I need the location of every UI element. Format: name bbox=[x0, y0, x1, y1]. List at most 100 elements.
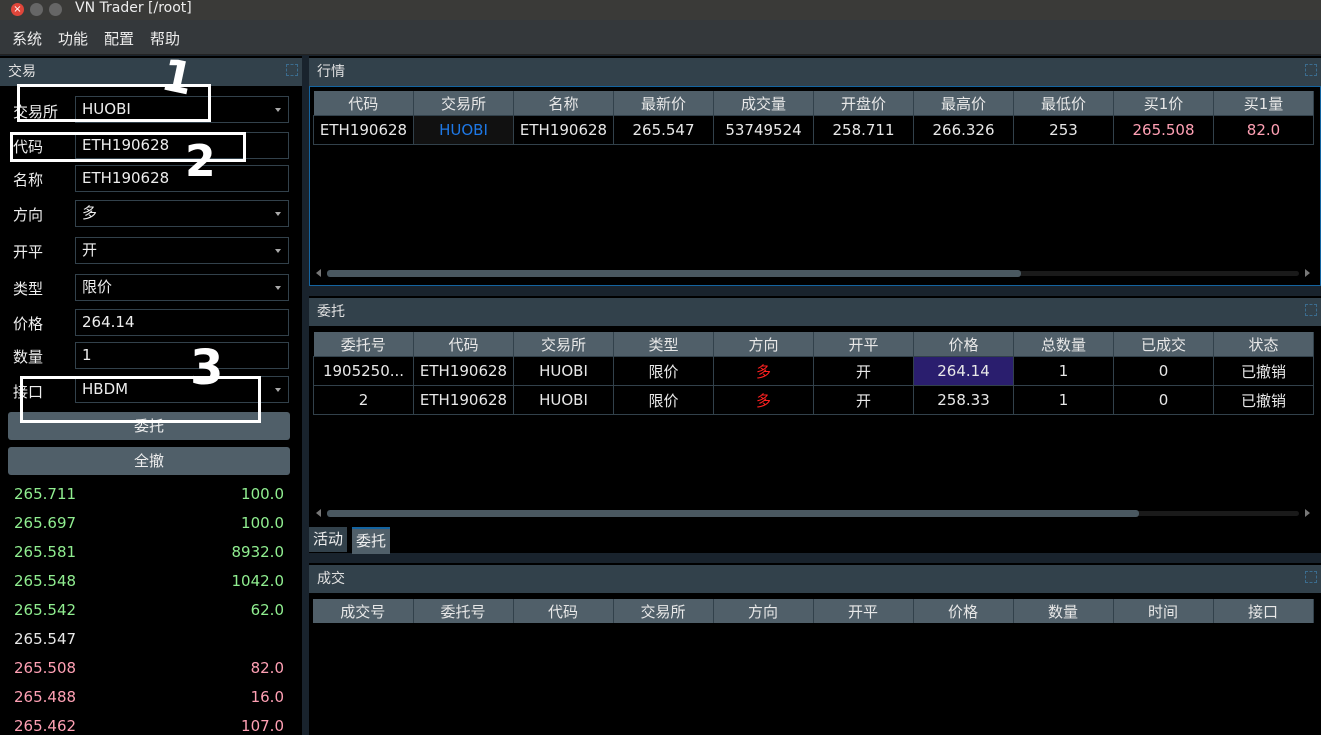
column-header[interactable]: 最低价 bbox=[1013, 91, 1114, 116]
column-header[interactable]: 成交量 bbox=[713, 91, 814, 116]
table-row[interactable]: 1905250... ETH190628 HUOBI 限价 多 开 264.14… bbox=[313, 356, 1314, 386]
table-cell[interactable]: 82.0 bbox=[1213, 115, 1314, 145]
column-header[interactable]: 状态 bbox=[1213, 332, 1314, 357]
table-cell[interactable]: 多 bbox=[713, 385, 814, 415]
scroll-thumb[interactable] bbox=[327, 270, 1021, 277]
table-cell[interactable]: ETH190628 bbox=[413, 385, 514, 415]
column-header[interactable]: 已成交 bbox=[1113, 332, 1214, 357]
cancel-all-button[interactable]: 全撤 bbox=[8, 447, 290, 475]
menu-help[interactable]: 帮助 bbox=[150, 28, 180, 49]
column-header[interactable]: 方向 bbox=[713, 332, 814, 357]
table-cell[interactable]: ETH190628 bbox=[313, 115, 414, 145]
column-header[interactable]: 代码 bbox=[413, 332, 514, 357]
volume-label: 数量 bbox=[13, 348, 44, 366]
scroll-left-icon[interactable] bbox=[316, 269, 321, 277]
table-cell[interactable]: 1 bbox=[1013, 356, 1114, 386]
table-cell[interactable]: 1 bbox=[1013, 385, 1114, 415]
scroll-thumb[interactable] bbox=[327, 510, 1139, 517]
table-cell[interactable]: 266.326 bbox=[913, 115, 1014, 145]
offset-select[interactable]: 开 bbox=[75, 237, 289, 264]
table-cell[interactable]: HUOBI bbox=[413, 115, 514, 145]
dock-float-icon[interactable] bbox=[286, 64, 298, 76]
table-cell[interactable]: 253 bbox=[1013, 115, 1114, 145]
trade-panel-header: 交易 bbox=[0, 58, 302, 86]
table-cell[interactable]: 0 bbox=[1113, 385, 1214, 415]
depth-volume: 100.0 bbox=[241, 485, 284, 503]
price-input[interactable]: 264.14 bbox=[75, 309, 289, 336]
table-cell[interactable]: 已撤销 bbox=[1213, 385, 1314, 415]
table-cell[interactable]: 53749524 bbox=[713, 115, 814, 145]
table-cell[interactable]: HUOBI bbox=[513, 356, 614, 386]
table-cell[interactable]: 多 bbox=[713, 356, 814, 386]
annotation-mark-3: 3 bbox=[190, 340, 224, 396]
table-cell[interactable]: 1905250... bbox=[313, 356, 414, 386]
table-cell[interactable]: 开 bbox=[813, 385, 914, 415]
column-header[interactable]: 最高价 bbox=[913, 91, 1014, 116]
order-table: 委托号 代码 交易所 类型 方向 开平 价格 总数量 已成交 状态 190525… bbox=[313, 332, 1314, 415]
column-header[interactable]: 类型 bbox=[613, 332, 714, 357]
dock-float-icon[interactable] bbox=[1305, 64, 1317, 76]
table-cell[interactable]: 258.33 bbox=[913, 385, 1014, 415]
column-header[interactable]: 交易所 bbox=[613, 599, 714, 623]
trade-records-panel-header: 成交 bbox=[309, 565, 1321, 593]
table-cell[interactable]: 265.547 bbox=[613, 115, 714, 145]
volume-input[interactable]: 1 bbox=[75, 342, 289, 369]
table-cell[interactable]: 已撤销 bbox=[1213, 356, 1314, 386]
column-header[interactable]: 交易所 bbox=[513, 332, 614, 357]
scroll-right-icon[interactable] bbox=[1305, 269, 1310, 277]
scroll-left-icon[interactable] bbox=[316, 509, 321, 517]
window-maximize-icon[interactable] bbox=[49, 3, 62, 16]
table-cell[interactable]: 258.711 bbox=[813, 115, 914, 145]
column-header[interactable]: 最新价 bbox=[613, 91, 714, 116]
column-header[interactable]: 代码 bbox=[513, 599, 614, 623]
column-header[interactable]: 代码 bbox=[313, 91, 414, 116]
table-cell[interactable]: 2 bbox=[313, 385, 414, 415]
tab-all-orders[interactable]: 委托 bbox=[352, 527, 391, 554]
column-header[interactable]: 委托号 bbox=[413, 599, 514, 623]
menu-function[interactable]: 功能 bbox=[58, 28, 88, 49]
column-header[interactable]: 开盘价 bbox=[813, 91, 914, 116]
order-hscrollbar[interactable] bbox=[313, 508, 1313, 518]
column-header[interactable]: 买1量 bbox=[1213, 91, 1314, 116]
chevron-down-icon bbox=[275, 212, 281, 216]
column-header[interactable]: 时间 bbox=[1113, 599, 1214, 623]
window-minimize-icon[interactable] bbox=[30, 3, 43, 16]
dock-float-icon[interactable] bbox=[1305, 304, 1317, 316]
column-header[interactable]: 接口 bbox=[1213, 599, 1314, 623]
depth-volume: 100.0 bbox=[241, 514, 284, 532]
table-cell[interactable]: HUOBI bbox=[513, 385, 614, 415]
panel-splitter[interactable] bbox=[302, 56, 309, 735]
table-row[interactable]: 2 ETH190628 HUOBI 限价 多 开 258.33 1 0 已撤销 bbox=[313, 385, 1314, 415]
direction-select[interactable]: 多 bbox=[75, 200, 289, 227]
column-header[interactable]: 成交号 bbox=[313, 599, 414, 623]
name-input[interactable]: ETH190628 bbox=[75, 165, 289, 192]
column-header[interactable]: 价格 bbox=[913, 599, 1014, 623]
column-header[interactable]: 方向 bbox=[713, 599, 814, 623]
column-header[interactable]: 开平 bbox=[813, 599, 914, 623]
table-cell[interactable]: 265.508 bbox=[1113, 115, 1214, 145]
market-hscrollbar[interactable] bbox=[313, 268, 1313, 278]
table-cell[interactable]: 限价 bbox=[613, 356, 714, 386]
window-close-icon[interactable]: × bbox=[11, 3, 24, 16]
table-cell[interactable]: 开 bbox=[813, 356, 914, 386]
column-header[interactable]: 总数量 bbox=[1013, 332, 1114, 357]
tab-active-orders[interactable]: 活动 bbox=[309, 527, 348, 552]
table-cell[interactable]: 限价 bbox=[613, 385, 714, 415]
table-cell[interactable]: 0 bbox=[1113, 356, 1214, 386]
column-header[interactable]: 价格 bbox=[913, 332, 1014, 357]
column-header[interactable]: 买1价 bbox=[1113, 91, 1214, 116]
column-header[interactable]: 委托号 bbox=[313, 332, 414, 357]
table-cell[interactable]: ETH190628 bbox=[513, 115, 614, 145]
table-row[interactable]: ETH190628 HUOBI ETH190628 265.547 537495… bbox=[313, 115, 1314, 145]
type-select[interactable]: 限价 bbox=[75, 274, 289, 301]
column-header[interactable]: 数量 bbox=[1013, 599, 1114, 623]
column-header[interactable]: 开平 bbox=[813, 332, 914, 357]
dock-float-icon[interactable] bbox=[1305, 571, 1317, 583]
column-header[interactable]: 名称 bbox=[513, 91, 614, 116]
scroll-right-icon[interactable] bbox=[1305, 509, 1310, 517]
menu-system[interactable]: 系统 bbox=[12, 28, 42, 49]
table-cell[interactable]: ETH190628 bbox=[413, 356, 514, 386]
table-cell[interactable]: 264.14 bbox=[913, 356, 1014, 386]
menu-config[interactable]: 配置 bbox=[104, 28, 134, 49]
column-header[interactable]: 交易所 bbox=[413, 91, 514, 116]
